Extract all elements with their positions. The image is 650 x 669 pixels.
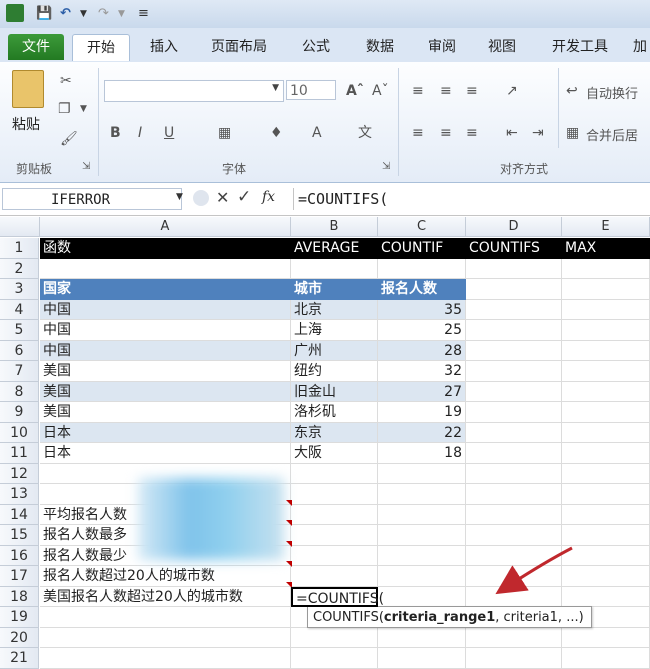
active-cell[interactable]: =COUNTIFS( [291,586,384,607]
annotation-arrow [495,546,573,595]
